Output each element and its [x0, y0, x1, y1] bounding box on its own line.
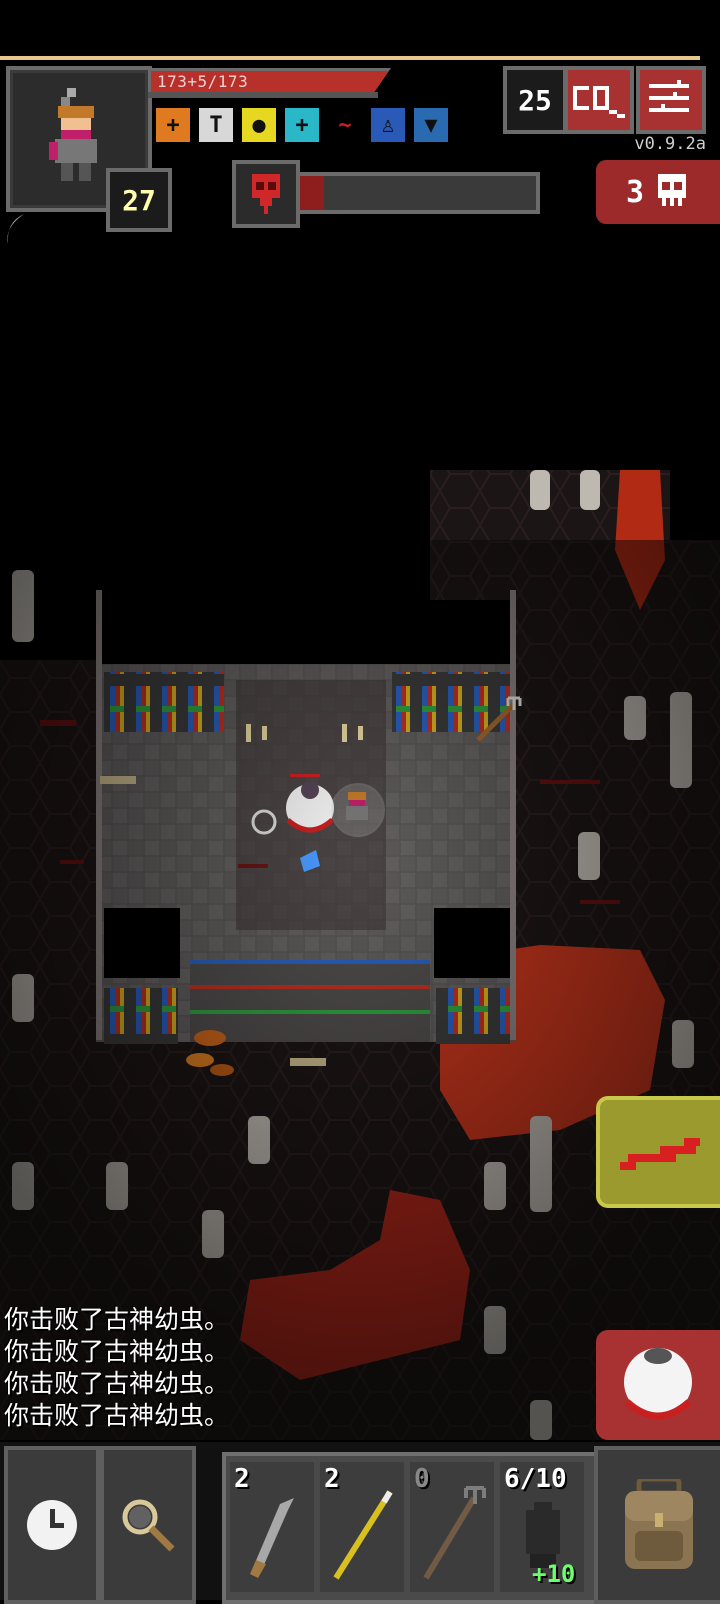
quickslot-wand[interactable]: 6/10 +10	[500, 1462, 584, 1592]
skull-icon	[658, 174, 687, 206]
backpack-icon	[625, 1479, 693, 1569]
top-accent-line	[0, 56, 700, 60]
game-log: 你击败了古神幼虫。 你击败了古神幼虫。 你击败了古神幼虫。 你击败了古神幼虫。	[4, 1304, 229, 1432]
trident-icon	[423, 1486, 486, 1580]
menu-icon	[649, 80, 689, 112]
log-line: 你击败了古神幼虫。	[4, 1337, 230, 1366]
blood-slash-icon	[620, 1138, 700, 1170]
log-line: 你击败了古神幼虫。	[4, 1401, 230, 1430]
hero-level-text: 27	[122, 183, 156, 217]
exp-bar	[148, 92, 378, 98]
kill-count-text: 3	[625, 174, 645, 210]
boss-health-fill	[300, 176, 324, 210]
hammer-buff-icon[interactable]: T	[199, 108, 233, 142]
hero-level-badge: 27	[106, 168, 172, 232]
inventory-button[interactable]	[594, 1446, 720, 1604]
moon-icon	[7, 214, 25, 244]
buff-list: + T ● + ~ ♙ ▼	[156, 108, 448, 142]
figure-buff-icon[interactable]: ♙	[371, 108, 405, 142]
bless-buff-icon[interactable]: +	[285, 108, 319, 142]
attack-target-button[interactable]	[596, 1096, 720, 1208]
depth-indicator[interactable]: 25	[503, 66, 567, 134]
javelin-icon	[333, 1490, 393, 1580]
clock-icon	[27, 1500, 77, 1550]
healing-buff-icon[interactable]: +	[156, 108, 190, 142]
depth-text: 25	[518, 83, 552, 117]
wait-button[interactable]	[4, 1446, 100, 1604]
wand-charges-text: 6/10	[504, 1464, 567, 1494]
shield-buff-icon[interactable]: ▼	[414, 108, 448, 142]
bleeding-buff-icon[interactable]: ~	[328, 108, 362, 142]
quickslot-bar: 2 2 0 6/10 +10	[222, 1452, 598, 1604]
quickslot-trident[interactable]: 0	[410, 1462, 494, 1592]
dart-icon	[250, 1498, 294, 1578]
quickslot-dart[interactable]: 2	[230, 1462, 314, 1592]
target-enemy-button[interactable]	[596, 1330, 720, 1440]
magnifier-icon	[122, 1499, 175, 1552]
health-text: 173+5/173	[157, 72, 249, 91]
menu-button[interactable]	[636, 66, 706, 134]
quickslot-javelin[interactable]: 2	[320, 1462, 404, 1592]
dungeon-map[interactable]	[0, 440, 720, 1440]
danger-indicator[interactable]: 3	[596, 160, 720, 224]
journal-button[interactable]	[564, 66, 634, 134]
boss-health-bar	[296, 172, 540, 214]
version-label: v0.9.2a	[634, 134, 706, 154]
eye-enemy-icon	[624, 1348, 692, 1420]
log-line: 你击败了古神幼虫。	[4, 1369, 230, 1398]
upgrade-bonus-text: +10	[532, 1560, 576, 1588]
search-journal-icon	[573, 86, 625, 118]
boss-skull-icon	[252, 174, 280, 214]
light-buff-icon[interactable]: ●	[242, 108, 276, 142]
log-line: 你击败了古神幼虫。	[4, 1305, 230, 1334]
boss-portrait[interactable]	[232, 160, 300, 228]
search-button[interactable]	[100, 1446, 196, 1604]
